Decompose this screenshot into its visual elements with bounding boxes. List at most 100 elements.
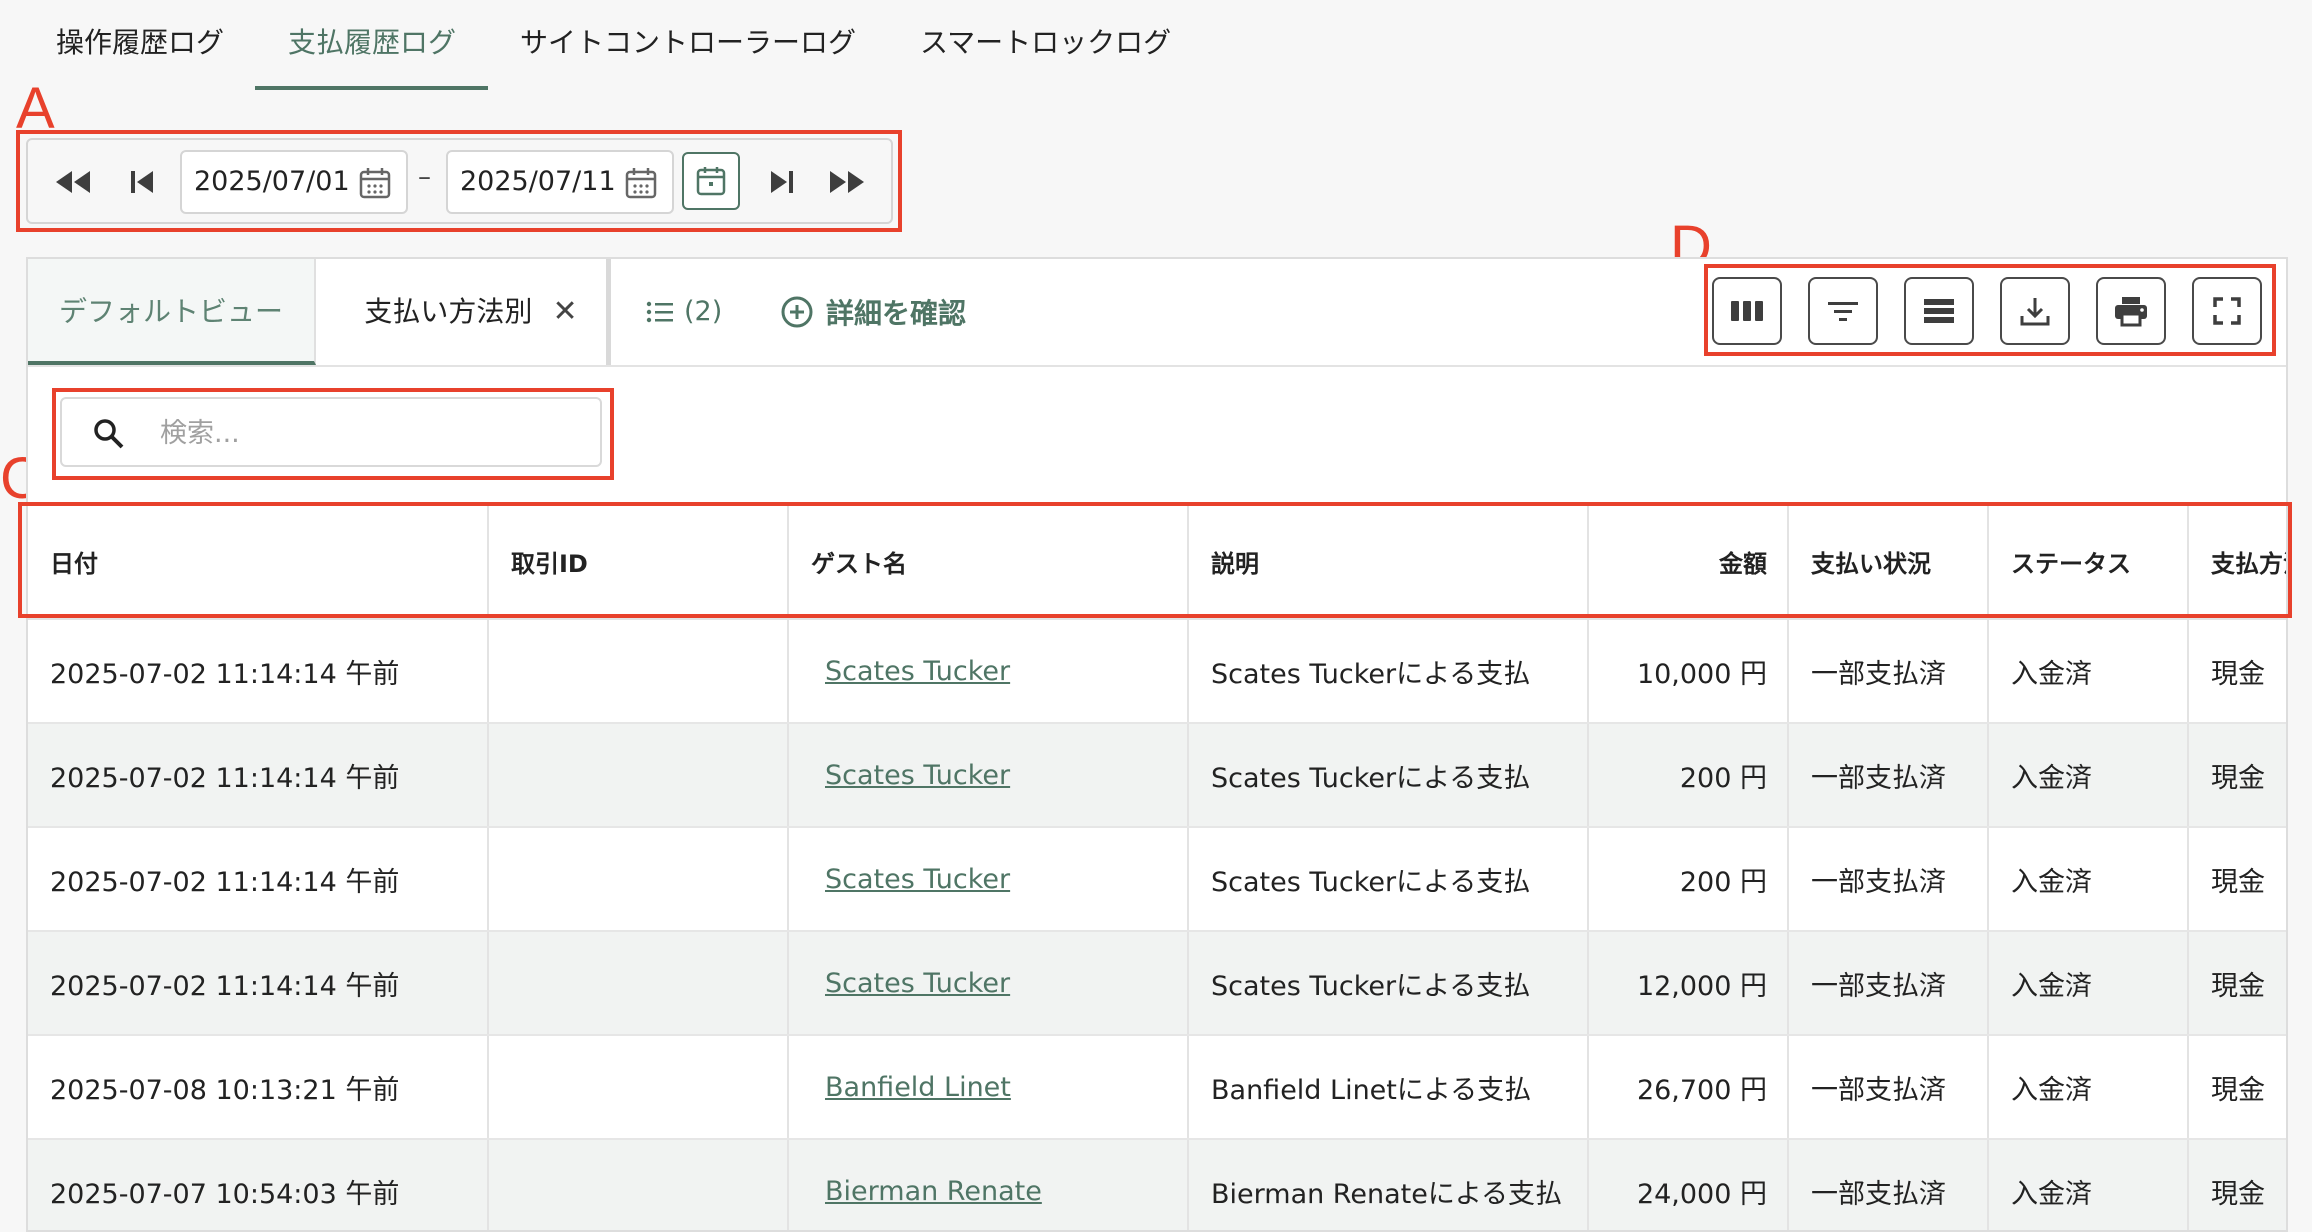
column-header-payment-method[interactable]: 支払方法 (2188, 505, 2286, 620)
cell-guest: Scates Tucker (788, 619, 1189, 724)
skip-right-icon (771, 171, 793, 193)
tab-operation-log[interactable]: 操作履歴ログ (56, 18, 224, 74)
cell-transaction-id (488, 1035, 789, 1140)
cell-payment-state: 一部支払済 (1788, 619, 1989, 724)
cell-date: 2025-07-02 11:14:14 午前 (28, 619, 489, 724)
first-range-button[interactable] (118, 158, 166, 206)
print-button[interactable] (2096, 277, 2166, 345)
filter-button[interactable] (1808, 277, 1878, 345)
list-icon (646, 301, 673, 323)
column-header-status[interactable]: ステータス (1988, 505, 2189, 620)
cell-payment-method: 現金 (2188, 1139, 2286, 1230)
cell-date: 2025-07-02 11:14:14 午前 (28, 827, 489, 932)
guest-link[interactable]: Scates Tucker (825, 968, 1010, 999)
cell-status: 入金済 (1988, 723, 2189, 828)
filter-icon (1828, 302, 1858, 321)
last-range-button[interactable] (758, 158, 806, 206)
table-row[interactable]: 2025-07-07 10:54:03 午前 Bierman Renate Bi… (28, 1139, 2286, 1230)
views-count: (2) (684, 296, 723, 327)
table-row[interactable]: 2025-07-02 11:14:14 午前 Scates Tucker Sca… (28, 931, 2286, 1036)
fullscreen-button[interactable] (2192, 277, 2262, 345)
download-icon (2020, 298, 2050, 326)
next-range-button[interactable] (824, 158, 872, 206)
column-header-transaction-id[interactable]: 取引ID (488, 505, 789, 620)
cell-transaction-id (488, 619, 789, 724)
cell-payment-state: 一部支払済 (1788, 723, 1989, 828)
today-button[interactable] (682, 152, 740, 210)
view-tab-payment-method[interactable]: 支払い方法別 ✕ (318, 259, 624, 365)
cell-status: 入金済 (1988, 1139, 2189, 1230)
column-header-guest[interactable]: ゲスト名 (788, 505, 1189, 620)
close-icon[interactable]: ✕ (552, 294, 577, 329)
payment-log-table: 日付 取引ID ゲスト名 説明 金額 支払い状況 ステータス 支払方法 2025… (28, 505, 2286, 1230)
views-list-button[interactable]: (2) (646, 259, 722, 365)
cell-amount: 12,000 円 (1588, 931, 1789, 1036)
end-date-value: 2025/07/11 (460, 166, 616, 197)
view-tab-default[interactable]: デフォルトビュー (28, 259, 316, 365)
cell-guest: Scates Tucker (788, 827, 1189, 932)
table-header-row: 日付 取引ID ゲスト名 説明 金額 支払い状況 ステータス 支払方法 (28, 505, 2286, 620)
cell-guest: Scates Tucker (788, 931, 1189, 1036)
guest-link[interactable]: Bierman Renate (825, 1176, 1042, 1207)
active-tab-indicator (255, 86, 488, 90)
guest-link[interactable]: Scates Tucker (825, 864, 1010, 895)
calendar-icon (359, 168, 391, 199)
cell-payment-method: 現金 (2188, 827, 2286, 932)
cell-payment-state: 一部支払済 (1788, 827, 1989, 932)
cell-payment-method: 現金 (2188, 931, 2286, 1036)
date-range-toolbar: 2025/07/01 – 2025/07/11 (26, 138, 893, 224)
cell-date: 2025-07-02 11:14:14 午前 (28, 723, 489, 828)
column-header-payment-state[interactable]: 支払い状況 (1788, 505, 1989, 620)
prev-range-button[interactable] (48, 158, 96, 206)
cell-status: 入金済 (1988, 931, 2189, 1036)
cell-payment-state: 一部支払済 (1788, 1139, 1989, 1230)
cell-description: Scates Tuckerによる支払 (1188, 723, 1589, 828)
cell-date: 2025-07-07 10:54:03 午前 (28, 1139, 489, 1230)
double-left-icon (56, 171, 90, 193)
search-icon (94, 419, 124, 449)
cell-amount: 200 円 (1588, 827, 1789, 932)
table-row[interactable]: 2025-07-02 11:14:14 午前 Scates Tucker Sca… (28, 619, 2286, 724)
cell-status: 入金済 (1988, 619, 2189, 724)
cell-payment-method: 現金 (2188, 723, 2286, 828)
table-row[interactable]: 2025-07-02 11:14:14 午前 Scates Tucker Sca… (28, 827, 2286, 932)
view-tabs-bar: デフォルトビュー 支払い方法別 ✕ (2) 詳細を確認 (28, 259, 2286, 367)
start-date-value: 2025/07/01 (194, 166, 350, 197)
density-button[interactable] (1904, 277, 1974, 345)
table-row[interactable]: 2025-07-08 10:13:21 午前 Banfield Linet Ba… (28, 1035, 2286, 1140)
tab-site-controller-log[interactable]: サイトコントローラーログ (520, 18, 856, 74)
guest-link[interactable]: Scates Tucker (825, 656, 1010, 687)
download-button[interactable] (2000, 277, 2070, 345)
start-date-input[interactable]: 2025/07/01 (180, 150, 408, 214)
cell-payment-state: 一部支払済 (1788, 931, 1989, 1036)
tab-smartlock-log[interactable]: スマートロックログ (920, 18, 1171, 74)
cell-amount: 24,000 円 (1588, 1139, 1789, 1230)
cell-guest: Banfield Linet (788, 1035, 1189, 1140)
cell-payment-method: 現金 (2188, 619, 2286, 724)
cell-date: 2025-07-02 11:14:14 午前 (28, 931, 489, 1036)
end-date-input[interactable]: 2025/07/11 (446, 150, 674, 214)
cell-description: Scates Tuckerによる支払 (1188, 827, 1589, 932)
column-header-description[interactable]: 説明 (1188, 505, 1589, 620)
print-icon (2115, 297, 2147, 327)
guest-link[interactable]: Banfield Linet (825, 1072, 1011, 1103)
table-row[interactable]: 2025-07-02 11:14:14 午前 Scates Tucker Sca… (28, 723, 2286, 828)
tab-payment-log[interactable]: 支払履歴ログ (288, 18, 456, 74)
cell-payment-state: 一部支払済 (1788, 1035, 1989, 1140)
view-details-button[interactable]: 詳細を確認 (780, 259, 966, 365)
columns-button[interactable] (1712, 277, 1782, 345)
column-header-date[interactable]: 日付 (28, 505, 489, 620)
search-input[interactable] (158, 407, 582, 459)
cell-description: Scates Tuckerによる支払 (1188, 931, 1589, 1036)
fullscreen-icon (2213, 297, 2241, 325)
calendar-today-icon (696, 167, 726, 196)
add-circle-icon (781, 296, 813, 328)
date-separator: – (418, 162, 431, 192)
calendar-icon (625, 168, 657, 199)
column-header-amount[interactable]: 金額 (1588, 505, 1789, 620)
guest-link[interactable]: Scates Tucker (825, 760, 1010, 791)
cell-guest: Bierman Renate (788, 1139, 1189, 1230)
double-right-icon (830, 171, 864, 193)
annotation-label-a: A (16, 76, 55, 141)
columns-icon (1731, 301, 1763, 321)
